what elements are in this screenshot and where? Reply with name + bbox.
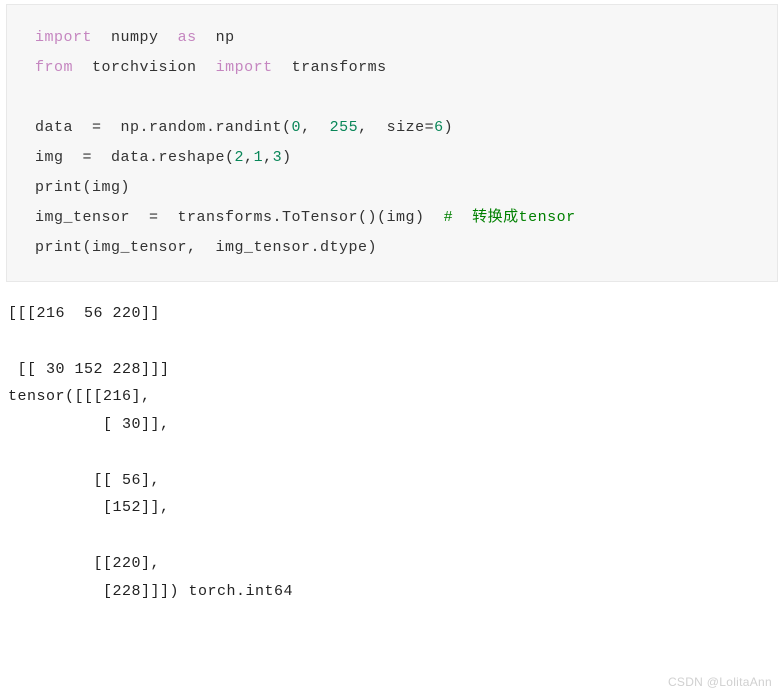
keyword-as: as — [178, 29, 197, 46]
output-line-blank — [8, 328, 776, 356]
code-line-blank — [35, 83, 749, 113]
keyword-from: from — [35, 59, 73, 76]
output-line-blank — [8, 439, 776, 467]
output-block: [[[216 56 220]] [[ 30 152 228]]] tensor(… — [0, 282, 784, 605]
identifier: torchvision — [92, 59, 197, 76]
number-literal: 0 — [292, 119, 302, 136]
builtin-print: print — [35, 179, 83, 196]
code-line-4: data = np.random.randint(0, 255, size=6) — [35, 113, 749, 143]
output-line: [152]], — [8, 494, 776, 522]
code-line-1: import numpy as np — [35, 23, 749, 53]
code-line-2: from torchvision import transforms — [35, 53, 749, 83]
identifier: numpy — [111, 29, 159, 46]
identifier: np — [216, 29, 235, 46]
code-line-8: print(img_tensor, img_tensor.dtype) — [35, 233, 749, 263]
keyword-import: import — [35, 29, 92, 46]
output-line: [[ 30 152 228]]] — [8, 356, 776, 384]
comment-text: 转换成tensor — [453, 209, 576, 226]
number-literal: 1 — [254, 149, 264, 166]
code-line-6: print(img) — [35, 173, 749, 203]
watermark-text: CSDN @LolitaAnn — [668, 675, 772, 689]
comment-hash: # — [444, 209, 454, 226]
number-literal: 6 — [434, 119, 444, 136]
builtin-print: print — [35, 239, 83, 256]
keyword-import: import — [216, 59, 273, 76]
identifier: transforms — [292, 59, 387, 76]
output-line: [[220], — [8, 550, 776, 578]
output-line: [ 30]], — [8, 411, 776, 439]
code-line-7: img_tensor = transforms.ToTensor()(img) … — [35, 203, 749, 233]
output-line-blank — [8, 522, 776, 550]
code-block: import numpy as np from torchvision impo… — [6, 4, 778, 282]
number-literal: 2 — [235, 149, 245, 166]
number-literal: 255 — [330, 119, 359, 136]
output-line: [228]]]) torch.int64 — [8, 578, 776, 606]
number-literal: 3 — [273, 149, 283, 166]
output-line: [[[216 56 220]] — [8, 300, 776, 328]
output-line: tensor([[[216], — [8, 383, 776, 411]
code-line-5: img = data.reshape(2,1,3) — [35, 143, 749, 173]
output-line: [[ 56], — [8, 467, 776, 495]
